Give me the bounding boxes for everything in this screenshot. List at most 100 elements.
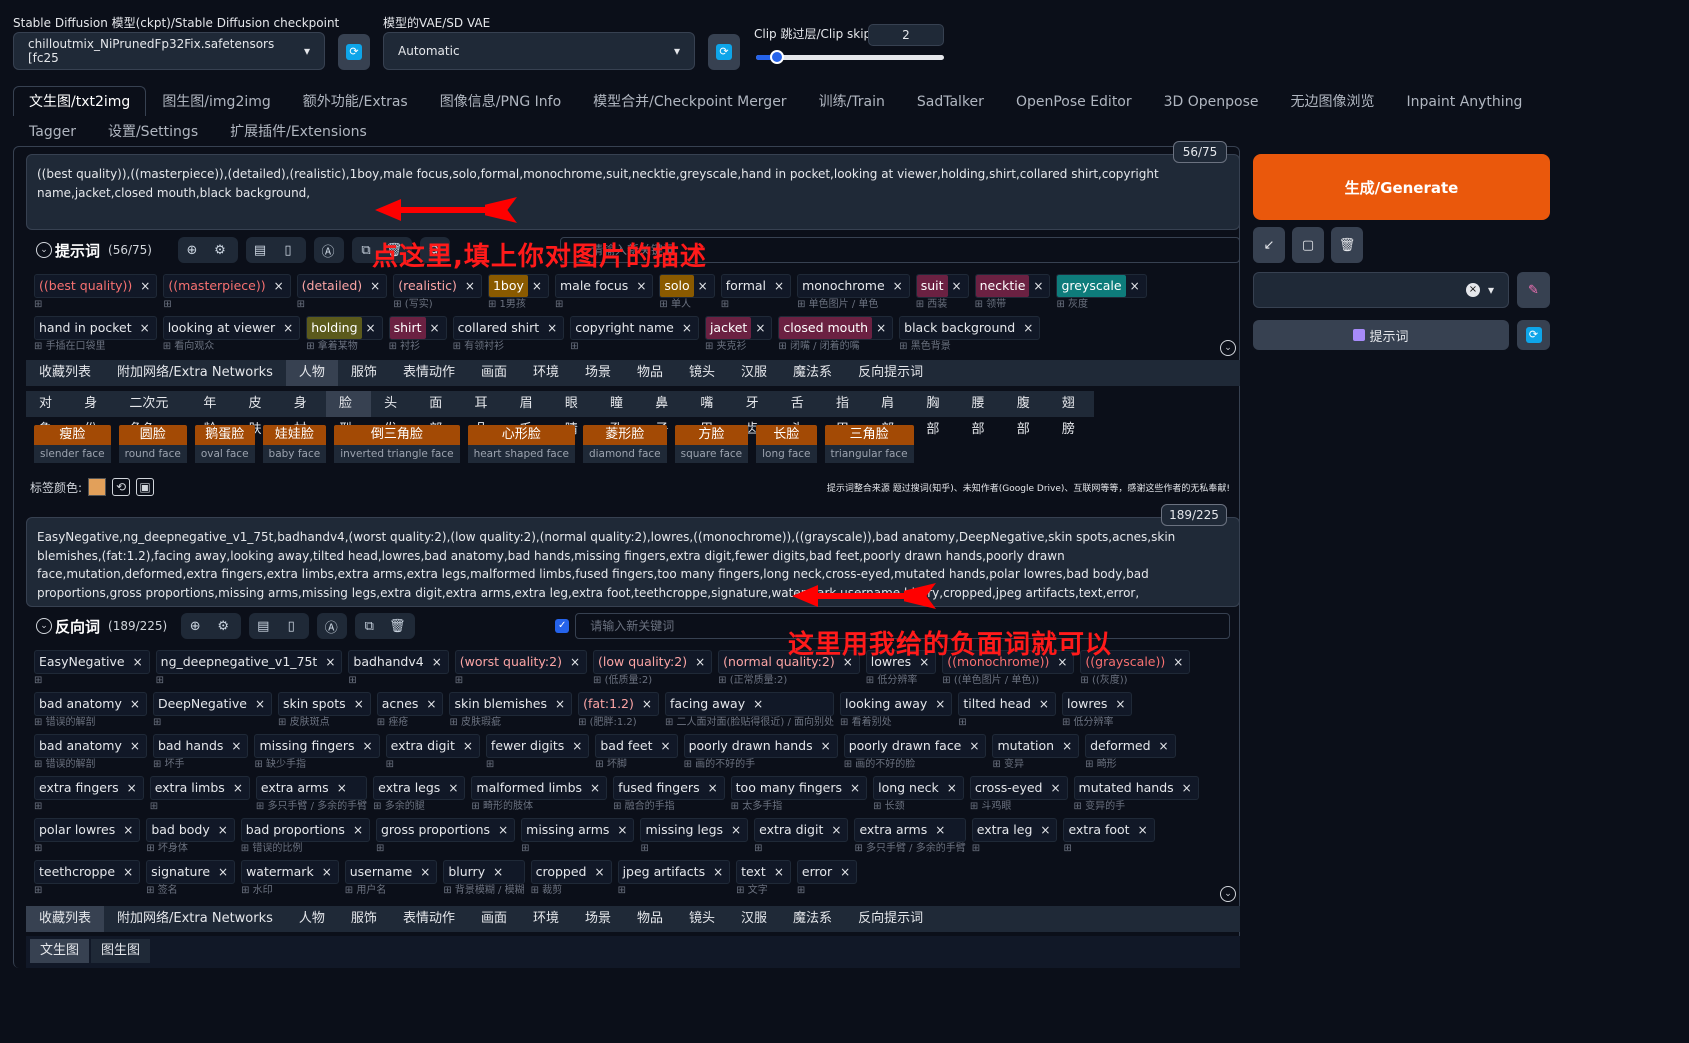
tab-5[interactable]: 训练/Train: [803, 86, 901, 116]
negative-prompt-textarea[interactable]: EasyNegative,ng_deepnegative_v1_75t,badh…: [26, 517, 1240, 607]
negative-tag-text[interactable]: too many fingers: [732, 777, 846, 799]
negative-tag-text[interactable]: poorly drawn hands: [685, 735, 817, 757]
prompt-tag-chip[interactable]: black background ×: [899, 316, 1041, 340]
negative-tag-chip[interactable]: looking away ×: [840, 692, 953, 716]
close-icon[interactable]: ×: [770, 279, 788, 293]
negative-tag-chip[interactable]: (fat:1.2) ×: [578, 692, 659, 716]
close-icon[interactable]: ×: [931, 697, 949, 711]
edit-icon[interactable]: ⊞: [665, 717, 677, 728]
negative-tag-chip[interactable]: extra fingers ×: [34, 776, 144, 800]
close-icon[interactable]: ×: [817, 739, 835, 753]
edit-icon[interactable]: ⊞: [241, 843, 253, 854]
edit-icon[interactable]: ⊞: [163, 299, 171, 310]
category-7[interactable]: 场景: [572, 360, 624, 386]
close-icon[interactable]: ×: [227, 739, 245, 753]
negative-tag-chip[interactable]: mutated hands ×: [1073, 776, 1199, 800]
prompt-tag-chip[interactable]: copyright name ×: [570, 316, 699, 340]
edit-icon[interactable]: ⊞: [1080, 675, 1092, 686]
edit-icon[interactable]: ⊞: [718, 675, 730, 686]
expand-icon[interactable]: ⌄: [1220, 340, 1236, 356]
prompt-tag-text[interactable]: suit: [916, 275, 948, 297]
edit-icon[interactable]: ⊞: [348, 675, 356, 686]
close-icon[interactable]: ×: [691, 655, 709, 669]
negative-tag-chip[interactable]: acnes ×: [376, 692, 444, 716]
negative-tag-text[interactable]: watermark: [242, 861, 318, 883]
negative-tag-text[interactable]: jpeg artifacts: [619, 861, 710, 883]
vae-refresh-button[interactable]: ⟳: [708, 34, 740, 70]
tab-7[interactable]: OpenPose Editor: [1000, 86, 1148, 116]
close-icon[interactable]: ×: [638, 697, 656, 711]
negative-tag-chip[interactable]: lowres ×: [1061, 692, 1133, 716]
negative-tag-chip[interactable]: malformed limbs ×: [471, 776, 608, 800]
edit-style-button[interactable]: ✎: [1517, 272, 1550, 308]
prompt-tag-chip[interactable]: holding ×: [306, 316, 383, 340]
edit-icon[interactable]: ⊞: [899, 341, 911, 352]
close-icon[interactable]: ×: [1155, 739, 1173, 753]
negative-tag-chip[interactable]: long neck ×: [873, 776, 964, 800]
tab-1[interactable]: 图生图/img2img: [146, 86, 286, 116]
category-13[interactable]: 鼻子: [642, 391, 687, 437]
close-icon[interactable]: ×: [948, 279, 966, 293]
negative-tag-chip[interactable]: skin spots ×: [278, 692, 371, 716]
close-icon[interactable]: ×: [591, 865, 609, 879]
close-icon[interactable]: ×: [704, 781, 722, 795]
negative-tag-text[interactable]: malformed limbs: [472, 777, 586, 799]
close-icon[interactable]: ×: [872, 321, 890, 335]
edit-icon[interactable]: ⊞: [778, 341, 790, 352]
edit-icon[interactable]: ⊞: [34, 675, 42, 686]
close-icon[interactable]: ×: [362, 321, 380, 335]
negative-tag-text[interactable]: (low quality:2): [594, 651, 691, 673]
clear-icon[interactable]: ×: [1465, 283, 1480, 297]
edit-icon[interactable]: ⊞: [854, 843, 866, 854]
edit-icon[interactable]: ⊞: [34, 299, 42, 310]
negative-tag-text[interactable]: skin blemishes: [450, 693, 551, 715]
close-icon[interactable]: ×: [426, 321, 444, 335]
edit-icon[interactable]: ⊞: [377, 717, 389, 728]
negative-tag-chip[interactable]: fused fingers ×: [613, 776, 725, 800]
prompt-tag-text[interactable]: monochrome: [798, 275, 889, 297]
prompt-tag-text[interactable]: (realistic): [394, 275, 461, 297]
close-icon[interactable]: ×: [965, 739, 983, 753]
close-icon[interactable]: ×: [568, 739, 586, 753]
prompt-tag-chip[interactable]: monochrome ×: [797, 274, 910, 298]
category-7[interactable]: 头发: [371, 391, 416, 437]
edit-icon[interactable]: ⊞: [684, 759, 696, 770]
negative-tag-chip[interactable]: bad body ×: [146, 818, 235, 842]
category-5[interactable]: 画面: [468, 360, 520, 386]
face-tag[interactable]: 方脸 square face: [674, 425, 749, 463]
category-8[interactable]: 面部: [416, 391, 461, 437]
edit-icon[interactable]: ⊞: [521, 843, 529, 854]
negative-tag-chip[interactable]: (low quality:2) ×: [593, 650, 713, 674]
edit-icon[interactable]: ⊞: [731, 801, 743, 812]
category-22[interactable]: 翅膀: [1049, 391, 1094, 437]
negative-tag-chip[interactable]: polar lowres ×: [34, 818, 141, 842]
negative-tag-chip[interactable]: missing fingers ×: [254, 734, 380, 758]
edit-icon[interactable]: ⊞: [393, 299, 405, 310]
edit-icon[interactable]: ⊞: [1085, 759, 1097, 770]
face-tag[interactable]: 圆脸 round face: [118, 425, 187, 463]
negative-tag-chip[interactable]: extra arms ×: [854, 818, 966, 842]
category-9[interactable]: 镜头: [676, 360, 728, 386]
close-icon[interactable]: ×: [459, 739, 477, 753]
negative-tag-text[interactable]: cross-eyed: [971, 777, 1047, 799]
close-icon[interactable]: ×: [770, 865, 788, 879]
edit-icon[interactable]: ⊞: [578, 717, 590, 728]
close-icon[interactable]: ×: [543, 321, 561, 335]
negative-tag-chip[interactable]: badhandv4 ×: [348, 650, 449, 674]
negative-tag-text[interactable]: badhandv4: [349, 651, 427, 673]
close-icon[interactable]: ×: [586, 781, 604, 795]
negative-tag-text[interactable]: extra limbs: [151, 777, 229, 799]
negative-tag-chip[interactable]: username ×: [344, 860, 438, 884]
prompt-tag-text[interactable]: looking at viewer: [163, 317, 280, 339]
edit-icon[interactable]: ⊞: [640, 843, 648, 854]
close-icon[interactable]: ×: [129, 655, 147, 669]
face-tag[interactable]: 娃娃脸 baby face: [262, 425, 327, 463]
tab-9[interactable]: 无边图像浏览: [1275, 86, 1391, 116]
close-icon[interactable]: ×: [889, 279, 907, 293]
edit-icon[interactable]: ⊞: [570, 341, 578, 352]
negative-tag-text[interactable]: missing arms: [522, 819, 613, 841]
edit-icon[interactable]: ⊞: [873, 801, 885, 812]
negative-tag-text[interactable]: signature: [147, 861, 214, 883]
edit-icon[interactable]: ⊞: [488, 299, 500, 310]
translate-icon[interactable]: Ⓐ: [317, 613, 345, 639]
